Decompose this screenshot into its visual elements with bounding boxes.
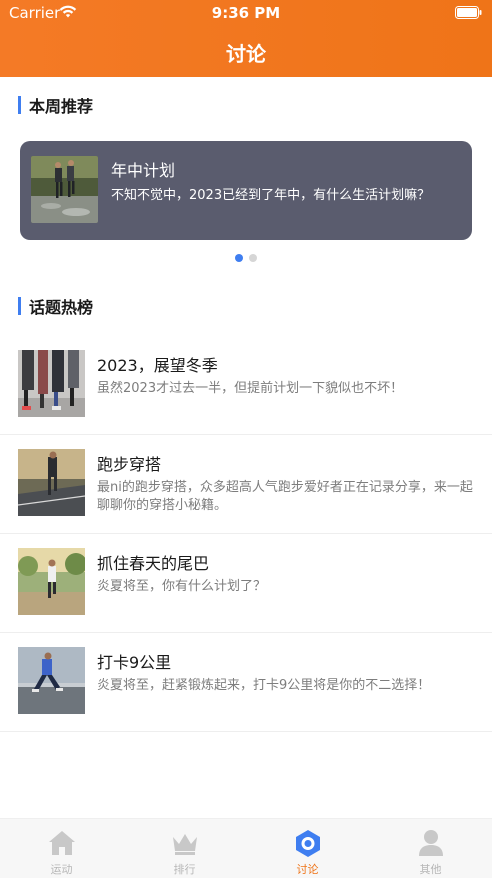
banner-title: 年中计划	[111, 161, 176, 180]
topic-image	[18, 350, 85, 417]
tab-sports[interactable]: 运动	[0, 819, 123, 878]
hexagon-icon	[296, 830, 320, 857]
tab-label: 其他	[419, 863, 442, 876]
topic-title: 跑步穿搭	[97, 455, 162, 474]
section-accent-bar	[18, 297, 21, 315]
topic-description: 最ni的跑步穿搭，众多超高人气跑步爱好者正在记录分享，来一起聊聊你的穿搭小秘籍。	[97, 480, 473, 513]
topic-title: 2023，展望冬季	[97, 356, 218, 375]
topic-title: 打卡9公里	[97, 653, 172, 672]
banner-description: 不知不觉中，2023已经到了年中，有什么生活计划嘛？	[111, 188, 431, 203]
person-icon	[419, 830, 443, 856]
hot-topics-section-header: 话题热榜	[18, 296, 94, 317]
page-dot[interactable]	[249, 254, 257, 262]
topic-image	[18, 647, 85, 714]
banner-image	[31, 156, 98, 223]
page-title: 讨论	[226, 42, 266, 66]
battery-icon	[455, 6, 482, 19]
tab-label: 运动	[50, 863, 73, 876]
topic-title: 抓住春天的尾巴	[97, 554, 210, 573]
weekly-section-title: 本周推荐	[29, 97, 94, 116]
tab-bar: 运动 排行 讨论 其他	[0, 818, 492, 878]
topic-item[interactable]: 2023，展望冬季 虽然2023才过去一半，但提前计划一下貌似也不坏！	[0, 336, 492, 435]
tab-label: 讨论	[296, 863, 319, 876]
tab-label: 排行	[173, 863, 196, 876]
page-dot-active[interactable]	[235, 254, 243, 262]
weekly-section-header: 本周推荐	[18, 95, 94, 116]
hot-topics-section-title: 话题热榜	[29, 298, 94, 317]
tab-discussion[interactable]: 讨论	[246, 819, 369, 878]
header: Carrier 9:36 PM 讨论	[0, 0, 492, 77]
topic-item[interactable]: 打卡9公里 炎夏将至，赶紧锻炼起来，打卡9公里将是你的不二选择！	[0, 633, 492, 732]
weekly-banner-card[interactable]: 年中计划 不知不觉中，2023已经到了年中，有什么生活计划嘛？	[20, 141, 472, 240]
crown-icon	[173, 834, 197, 855]
topic-item[interactable]: 抓住春天的尾巴 炎夏将至，你有什么计划了？	[0, 534, 492, 633]
tab-other[interactable]: 其他	[369, 819, 492, 878]
status-time: 9:36 PM	[211, 4, 281, 22]
topic-item[interactable]: 跑步穿搭 最ni的跑步穿搭，众多超高人气跑步爱好者正在记录分享，来一起聊聊你的穿…	[0, 435, 492, 534]
topic-image	[18, 449, 85, 516]
topic-image	[18, 548, 85, 615]
section-accent-bar	[18, 96, 21, 114]
topic-description: 虽然2023才过去一半，但提前计划一下貌似也不坏！	[97, 381, 404, 396]
banner-page-indicator	[0, 254, 492, 262]
home-icon	[49, 831, 75, 855]
topic-description: 炎夏将至，你有什么计划了？	[97, 579, 267, 594]
status-bar: Carrier 9:36 PM	[0, 0, 492, 26]
tab-ranking[interactable]: 排行	[123, 819, 246, 878]
topic-description: 炎夏将至，赶紧锻炼起来，打卡9公里将是你的不二选择！	[97, 678, 431, 693]
